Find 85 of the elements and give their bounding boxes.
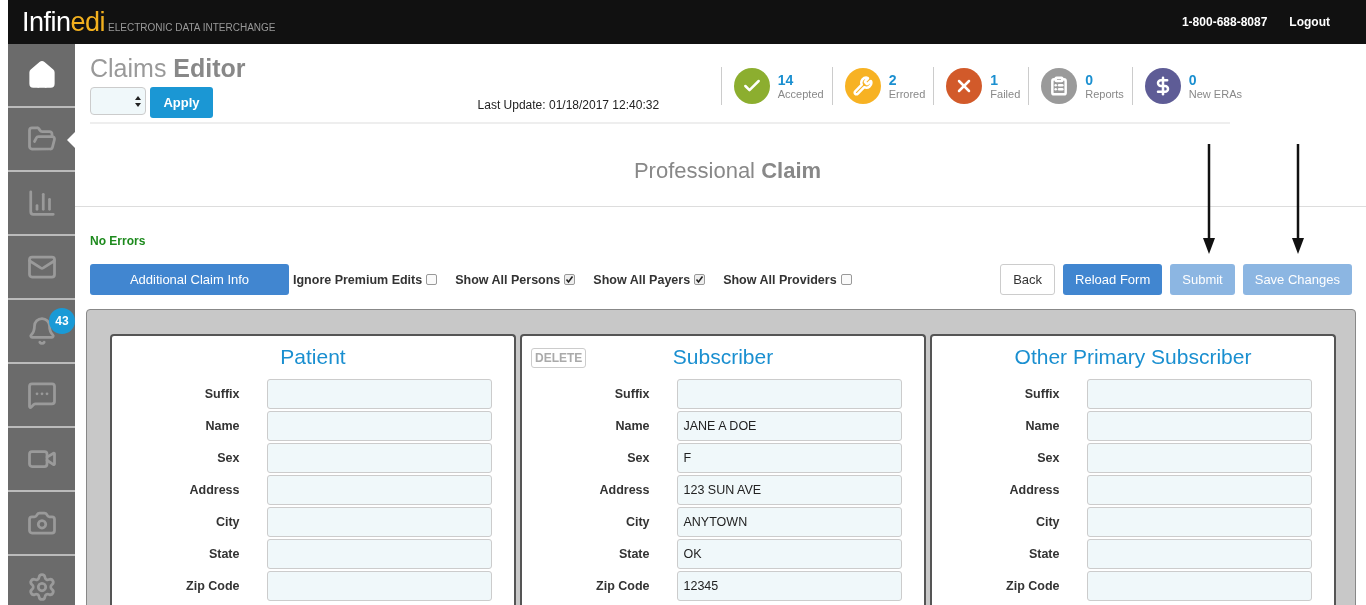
page-title: Claims Editor: [90, 54, 246, 83]
status-label: New ERAs: [1188, 88, 1242, 100]
active-pointer: [67, 132, 75, 148]
status-label: Failed: [990, 88, 1021, 100]
input-field[interactable]: [266, 411, 492, 441]
field-label: Name: [204, 419, 240, 433]
field-label: Address: [188, 483, 240, 497]
input-field[interactable]: [1086, 539, 1312, 569]
option-label: Show All Providers: [723, 272, 837, 287]
notification-badge: 43: [49, 308, 75, 334]
status-count: 2: [888, 72, 898, 88]
field-label: Suffix: [613, 387, 650, 401]
input-field[interactable]: [266, 539, 492, 569]
field-label: Sex: [1036, 451, 1060, 465]
chart-icon: [26, 188, 57, 218]
input-field[interactable]: [1086, 571, 1312, 601]
wrench-icon: [852, 76, 873, 96]
field-label: State: [1027, 547, 1060, 561]
input-field[interactable]: [1086, 379, 1312, 409]
input-field[interactable]: JANE A DOE: [676, 411, 902, 441]
input-field[interactable]: [266, 379, 492, 409]
checkbox[interactable]: [426, 274, 438, 285]
card-title: Subscriber: [672, 345, 774, 369]
status-count: 14: [777, 72, 795, 88]
option-label: Show All Persons: [455, 272, 561, 287]
brand-logo: Infinedi: [22, 6, 106, 38]
settings-icon: [26, 572, 57, 602]
card-title: Other Primary Subscriber: [1014, 345, 1252, 369]
card-title: Patient: [280, 345, 346, 369]
bell-icon: [26, 316, 57, 346]
brand-tagline: ELECTRONIC DATA INTERCHANGE: [108, 21, 276, 33]
status-label: Accepted: [777, 88, 824, 100]
field-label: Address: [1008, 483, 1060, 497]
option-label: Ignore Premium Edits: [293, 272, 423, 287]
clipboard-icon: [1049, 76, 1070, 96]
field-label: City: [1034, 515, 1060, 529]
input-field[interactable]: OK: [676, 539, 902, 569]
input-field[interactable]: [266, 507, 492, 537]
input-field[interactable]: [266, 571, 492, 601]
input-field[interactable]: 123 SUN AVE: [676, 475, 902, 505]
field-label: Name: [1024, 419, 1060, 433]
form-button[interactable]: Reload Form: [1063, 264, 1163, 295]
field-label: Sex: [626, 451, 650, 465]
status-count: 1: [990, 72, 1000, 88]
input-field[interactable]: [1086, 475, 1312, 505]
input-field[interactable]: [266, 475, 492, 505]
status-label: Errored: [888, 88, 926, 100]
checkbox[interactable]: [840, 274, 852, 285]
input-field[interactable]: [1086, 507, 1312, 537]
field-label: State: [207, 547, 240, 561]
field-label: Suffix: [1023, 387, 1060, 401]
phone-number: 1-800-688-8087: [1181, 15, 1268, 29]
option-label: Show All Payers: [593, 272, 691, 287]
home-icon: [26, 60, 57, 90]
field-label: Suffix: [203, 387, 240, 401]
status-count: 0: [1085, 72, 1095, 88]
field-label: Zip Code: [595, 579, 650, 593]
logout-link[interactable]: Logout: [1289, 15, 1330, 29]
field-label: City: [214, 515, 240, 529]
field-label: Zip Code: [185, 579, 240, 593]
field-label: City: [624, 515, 650, 529]
error-status: No Errors: [90, 234, 147, 248]
checkbox[interactable]: [564, 274, 576, 285]
status-count: 0: [1188, 72, 1198, 88]
additional-claim-info-button[interactable]: Additional Claim Info: [90, 264, 289, 295]
field-label: Sex: [216, 451, 240, 465]
input-field[interactable]: [1086, 443, 1312, 473]
form-title: Professional Claim: [632, 158, 823, 184]
input-field[interactable]: [266, 443, 492, 473]
input-field[interactable]: F: [676, 443, 902, 473]
field-label: State: [617, 547, 650, 561]
status-label: Reports: [1085, 88, 1124, 100]
form-button[interactable]: Back: [1000, 264, 1056, 295]
input-field[interactable]: 12345: [676, 571, 902, 601]
input-field[interactable]: [1086, 411, 1312, 441]
field-label: Zip Code: [1005, 579, 1060, 593]
field-label: Name: [614, 419, 650, 433]
last-update: Last Update: 01/18/2017 12:40:32: [477, 98, 660, 112]
input-field[interactable]: ANYTOWN: [676, 507, 902, 537]
chat-icon: [26, 380, 57, 410]
checkbox[interactable]: [694, 274, 706, 285]
updown-caret-icon: [135, 95, 141, 107]
field-label: Address: [598, 483, 650, 497]
input-field[interactable]: [676, 379, 902, 409]
select-field[interactable]: [90, 87, 146, 115]
